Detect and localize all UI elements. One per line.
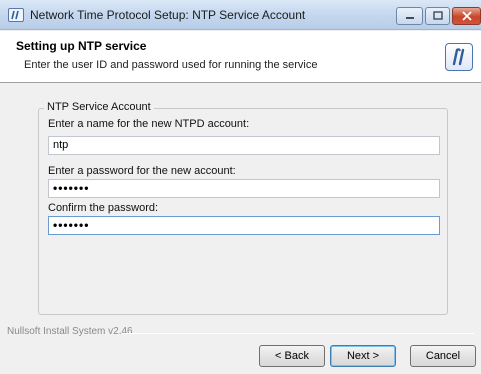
footer-divider xyxy=(122,333,474,334)
installer-window: Network Time Protocol Setup: NTP Service… xyxy=(0,0,481,374)
installer-brand: Nullsoft Install System v2.46 xyxy=(7,326,133,337)
cancel-button[interactable]: Cancel xyxy=(410,345,476,367)
title-bar[interactable]: Network Time Protocol Setup: NTP Service… xyxy=(0,0,481,30)
product-logo-icon xyxy=(445,43,473,71)
app-logo-icon xyxy=(8,8,24,22)
password-input[interactable]: ••••••• xyxy=(48,179,440,198)
window-title: Network Time Protocol Setup: NTP Service… xyxy=(30,8,306,22)
maximize-button[interactable] xyxy=(425,7,450,25)
minimize-button[interactable] xyxy=(396,7,423,25)
next-button[interactable]: Next > xyxy=(330,345,396,367)
group-legend: NTP Service Account xyxy=(44,101,154,113)
password-label: Enter a password for the new account: xyxy=(48,165,236,177)
account-name-input[interactable]: ntp xyxy=(48,136,440,155)
confirm-password-label: Confirm the password: xyxy=(48,202,159,214)
header-panel: Setting up NTP service Enter the user ID… xyxy=(0,31,481,83)
page-subtitle: Enter the user ID and password used for … xyxy=(24,59,318,71)
page-title: Setting up NTP service xyxy=(16,39,147,53)
close-button[interactable] xyxy=(452,7,481,25)
confirm-password-input[interactable]: ••••••• xyxy=(48,216,440,235)
account-name-label: Enter a name for the new NTPD account: xyxy=(48,118,250,130)
back-button[interactable]: < Back xyxy=(259,345,325,367)
